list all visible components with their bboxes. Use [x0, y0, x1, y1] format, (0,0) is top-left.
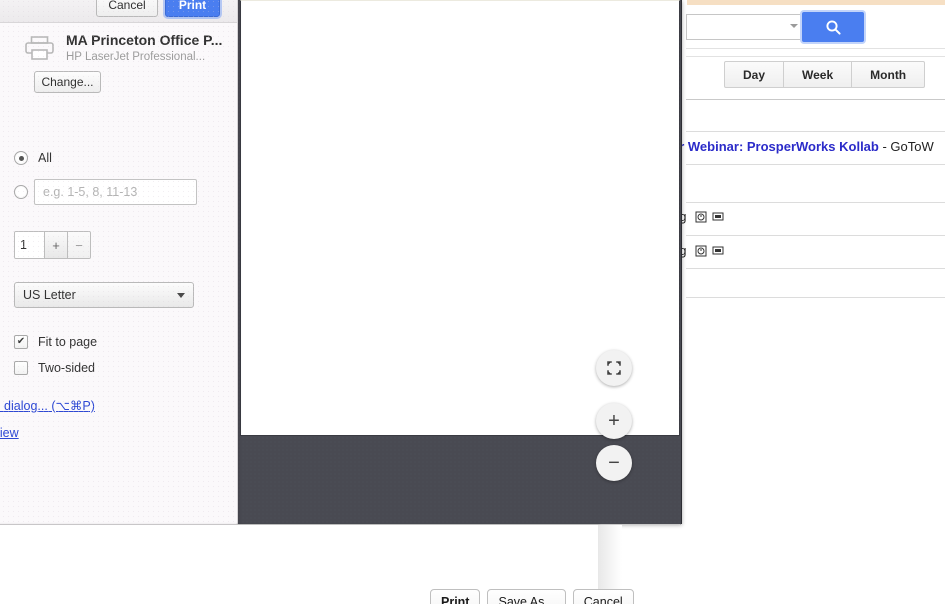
zoom-out-button[interactable]: −	[596, 445, 632, 481]
cancel-button[interactable]: Cancel	[96, 0, 158, 17]
zoom-in-button[interactable]: +	[596, 403, 632, 439]
search-button[interactable]	[802, 12, 864, 42]
two-sided-label: Two-sided	[38, 361, 95, 375]
top-accent-strip	[680, 0, 945, 5]
header-divider-2	[686, 56, 945, 57]
calendar-divider-5	[686, 235, 945, 236]
alarm-clock-icon	[695, 211, 707, 223]
copies-stepper: 1 + −	[14, 231, 91, 259]
event-icons	[695, 211, 724, 223]
change-destination-button[interactable]: Change...	[34, 71, 101, 93]
search-row	[686, 12, 945, 45]
print-panel-body: n MA Princeton Office P... HP LaserJet P…	[0, 23, 237, 524]
copies-increment-button[interactable]: +	[44, 232, 67, 258]
screen-icon	[712, 246, 724, 255]
plus-icon: +	[608, 410, 620, 432]
calendar-event-webinar[interactable]: er Webinar: ProsperWorks Kollab - GoToW	[672, 137, 945, 157]
screen-root: Day Week Month er Webinar: ProsperWorks …	[0, 0, 945, 604]
native-print-button[interactable]: Print	[430, 589, 481, 604]
paper-size-select[interactable]: US Letter	[14, 282, 194, 308]
calendar-divider-6	[686, 268, 945, 269]
calendar-divider-2	[686, 131, 945, 132]
calendar-divider-7	[686, 297, 945, 298]
screen-icon	[712, 212, 724, 221]
minus-icon: −	[608, 452, 620, 474]
copies-decrement-button[interactable]: −	[67, 232, 90, 258]
fit-to-page-label: Fit to page	[38, 335, 98, 349]
calendar-divider-1	[686, 99, 945, 100]
native-save-as-button[interactable]: Save As...	[487, 589, 566, 604]
destination-name: MA Princeton Office P...	[66, 32, 223, 48]
calendar-event-row-1[interactable]: ng	[672, 207, 945, 227]
pages-all-label: All	[38, 151, 52, 165]
pages-all-option[interactable]: All	[14, 151, 52, 165]
event-title-bold: er Webinar: ProsperWorks Kollab	[672, 139, 879, 154]
event-title-rest: - GoToW	[878, 139, 934, 154]
header-divider-1	[686, 48, 945, 49]
alarm-clock-icon	[695, 245, 707, 257]
radio-custom-range[interactable]	[14, 185, 28, 199]
pages-range-option[interactable]	[14, 185, 28, 199]
tab-week[interactable]: Week	[784, 62, 853, 87]
calendar-event-row-2[interactable]: ng	[672, 241, 945, 261]
printer-icon	[25, 36, 54, 60]
print-system-dialog-link[interactable]: system dialog... (⌥⌘P)	[0, 398, 95, 413]
two-sided-option[interactable]: Two-sided	[14, 361, 95, 375]
open-in-preview-link[interactable]: in Preview	[0, 426, 19, 440]
calendar-divider-3	[686, 164, 945, 165]
fit-to-screen-icon	[607, 361, 621, 375]
search-input[interactable]	[686, 14, 800, 40]
chevron-down-icon[interactable]	[790, 24, 798, 28]
native-cancel-button[interactable]: Cancel	[572, 589, 634, 604]
destination-driver: HP LaserJet Professional...	[66, 51, 206, 63]
page-range-input[interactable]: e.g. 1-5, 8, 11-13	[34, 179, 197, 205]
checkbox-fit-to-page[interactable]	[14, 335, 28, 349]
radio-all[interactable]	[14, 151, 28, 165]
calendar-view-tabs: Day Week Month	[724, 61, 926, 88]
tab-day[interactable]: Day	[725, 62, 785, 87]
fit-to-screen-button[interactable]	[596, 350, 632, 386]
fit-to-page-option[interactable]: Fit to page	[14, 335, 97, 349]
print-button[interactable]: Print	[165, 0, 220, 17]
chevron-down-icon	[177, 292, 185, 298]
paper-size-value: US Letter	[23, 288, 76, 302]
native-sheet-buttons: Print Save As... Cancel	[430, 589, 634, 604]
calendar-divider-4	[686, 202, 945, 203]
checkbox-two-sided[interactable]	[14, 361, 28, 375]
print-settings-panel: Cancel Print n MA Princeton Office P... …	[0, 0, 238, 525]
tab-month[interactable]: Month	[852, 62, 924, 87]
copies-value[interactable]: 1	[15, 232, 44, 258]
search-icon	[825, 19, 841, 35]
event-icons	[695, 245, 724, 257]
